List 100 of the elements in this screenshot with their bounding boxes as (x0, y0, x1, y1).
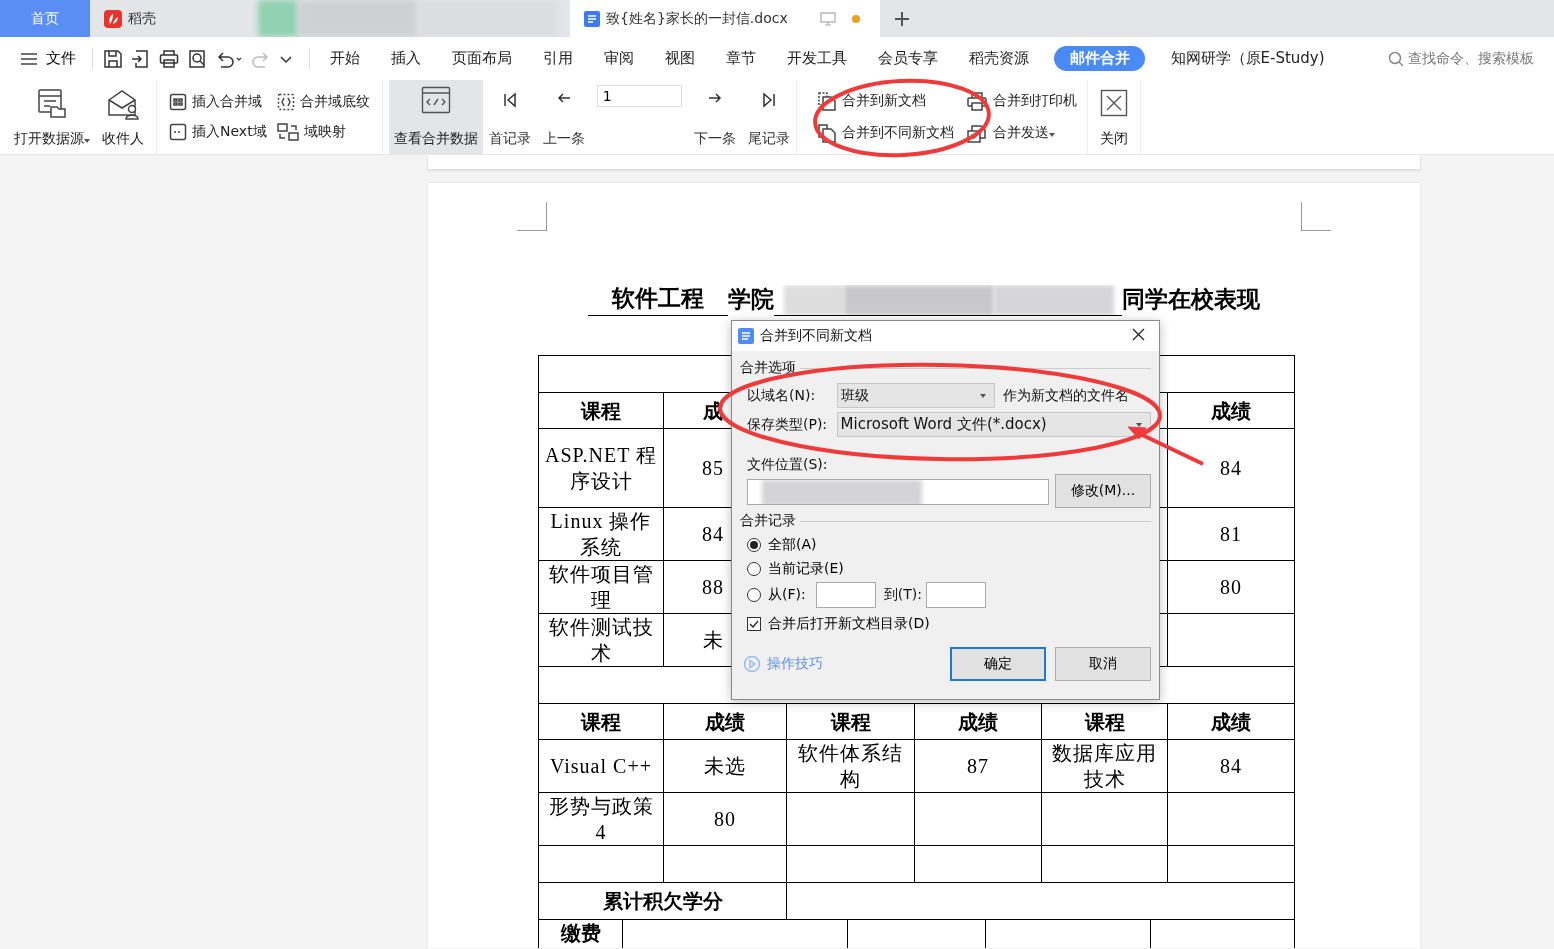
next-field-button[interactable]: 插入Next域 (167, 121, 269, 143)
document-icon (584, 10, 600, 27)
monitor-icon (819, 11, 836, 26)
table-cell: 形势与政策4 (538, 792, 664, 846)
data-field-icon (420, 86, 451, 114)
caret-icon (980, 393, 986, 398)
table-cell: Linux 操作系统 (538, 507, 664, 561)
title-text: 软件工程 (588, 283, 728, 316)
shading-icon (276, 93, 295, 111)
different-docs-button[interactable]: 合并到不同新文档 (814, 121, 956, 145)
print-icon (159, 48, 179, 69)
first-record-icon (501, 92, 518, 108)
search-icon (1388, 50, 1404, 67)
title-text: 同学在校表现 (1122, 286, 1260, 314)
corner-mark (517, 202, 547, 231)
play-icon (743, 655, 761, 673)
menu-tab[interactable]: 引用 (527, 46, 588, 71)
first-record-button[interactable]: 首记录 (482, 80, 537, 154)
menu-tab[interactable]: 稻壳资源 (953, 46, 1044, 71)
preview-icon (187, 48, 207, 69)
menu-tab[interactable]: 开始 (314, 46, 375, 71)
recipients-button[interactable]: 收件人 (96, 80, 150, 154)
arrow-left-icon (556, 92, 571, 104)
caret-icon (84, 139, 90, 143)
tab[interactable]: 稻壳 (90, 0, 248, 37)
prev-record-button[interactable]: 上一条 (536, 80, 591, 154)
title-text: 学院 (728, 286, 774, 314)
table-cell: 软件项目管理 (538, 560, 664, 614)
menu-tab[interactable]: 会员专享 (862, 46, 953, 71)
menu-tab[interactable]: 页面布局 (436, 46, 527, 71)
table-folder-icon (37, 88, 67, 118)
table-cell: 80 (1167, 560, 1295, 614)
insert-field-button[interactable]: 插入合并域 (167, 91, 269, 113)
modify-button[interactable]: 修改(M)... (1055, 474, 1151, 508)
documents-icon (816, 91, 837, 111)
table-cell: 84 (1167, 428, 1295, 508)
last-record-button[interactable]: 尾记录 (741, 80, 796, 154)
table-cell: 81 (1167, 507, 1295, 561)
mapping-icon (276, 123, 299, 141)
menu-tab[interactable]: 审阅 (588, 46, 649, 71)
table-cell: 80 (663, 792, 787, 846)
table-cell: ASP.NET 程序设计 (538, 428, 664, 508)
menu-tab[interactable]: 插入 (375, 46, 436, 71)
documents-icon (816, 123, 837, 143)
from-field[interactable] (815, 582, 876, 608)
field-name-dropdown[interactable]: 班级 (837, 383, 995, 408)
dialog-button[interactable]: 确定 (950, 647, 1046, 681)
close-button[interactable]: 关闭 (1093, 80, 1134, 154)
column-header: 成绩 (1167, 392, 1295, 429)
envelope-person-icon (106, 88, 140, 120)
table-cell: 87 (914, 739, 1042, 793)
file-location-field[interactable] (747, 479, 1049, 505)
dashed-field-icon (169, 123, 187, 141)
table-cell: Visual C++ (538, 739, 664, 793)
app-logo-icon (738, 328, 754, 344)
last-record-icon (760, 92, 777, 108)
menu-tab[interactable]: 知网研学（原E-Study) (1155, 46, 1341, 71)
send-button[interactable]: 合并发送 (963, 121, 1079, 145)
menu-tab[interactable]: 开发工具 (771, 46, 862, 71)
table-cell: 软件测试技术 (538, 613, 664, 667)
menu-icon (20, 51, 38, 66)
record-number-field[interactable]: 1 (596, 85, 682, 107)
document-tab[interactable]: 致{姓名}家长的一封信.docx (570, 0, 880, 37)
mapping-button[interactable]: 域映射 (274, 121, 372, 143)
send-document-icon (965, 123, 988, 143)
search-field[interactable]: 查找命令、搜索模板 (1388, 49, 1534, 68)
column-header: 成绩 (914, 703, 1042, 740)
new-tab-icon[interactable] (894, 10, 910, 27)
menu-tab[interactable]: 章节 (710, 46, 771, 71)
field-icon (169, 93, 187, 111)
next-record-button[interactable]: 下一条 (687, 80, 742, 154)
shading-button[interactable]: 合并域底纹 (274, 91, 372, 113)
save-type-dropdown[interactable]: Microsoft Word 文件(*.docx) (836, 412, 1151, 437)
printer-button[interactable]: 合并到打印机 (963, 89, 1079, 113)
caret-icon (1048, 133, 1055, 137)
data-source-button[interactable]: 打开数据源 (8, 80, 96, 154)
column-header: 课程 (786, 703, 915, 740)
column-header: 课程 (1041, 703, 1168, 740)
column-header: 课程 (538, 703, 664, 740)
close-icon (1132, 328, 1145, 341)
table-cell: 累计积欠学分 (538, 882, 787, 920)
dialog-title: 合并到不同新文档 (760, 327, 872, 345)
close-icon (1099, 89, 1128, 117)
dialog-button[interactable]: 取消 (1055, 647, 1151, 681)
table-cell: 84 (1167, 739, 1295, 793)
menu-tab[interactable]: 视图 (649, 46, 710, 71)
leaf-logo-icon (104, 9, 122, 28)
export-icon (131, 48, 151, 69)
table-cell: 数据库应用技术 (1041, 739, 1168, 793)
view-merged-data-button[interactable]: 查看合并数据 (388, 80, 483, 154)
field-label: 到(T): (883, 586, 922, 604)
printer-icon (965, 91, 988, 111)
corner-mark (1301, 202, 1331, 231)
table-cell: 缴费 (538, 919, 623, 948)
field-note: 作为新文档的文件名 (1003, 386, 1129, 405)
file-menu[interactable]: 文件 (18, 49, 86, 68)
new-doc-button[interactable]: 合并到新文档 (814, 89, 956, 113)
save-icon (103, 48, 123, 69)
table-cell: 未选 (663, 739, 787, 793)
to-field[interactable] (925, 582, 986, 608)
